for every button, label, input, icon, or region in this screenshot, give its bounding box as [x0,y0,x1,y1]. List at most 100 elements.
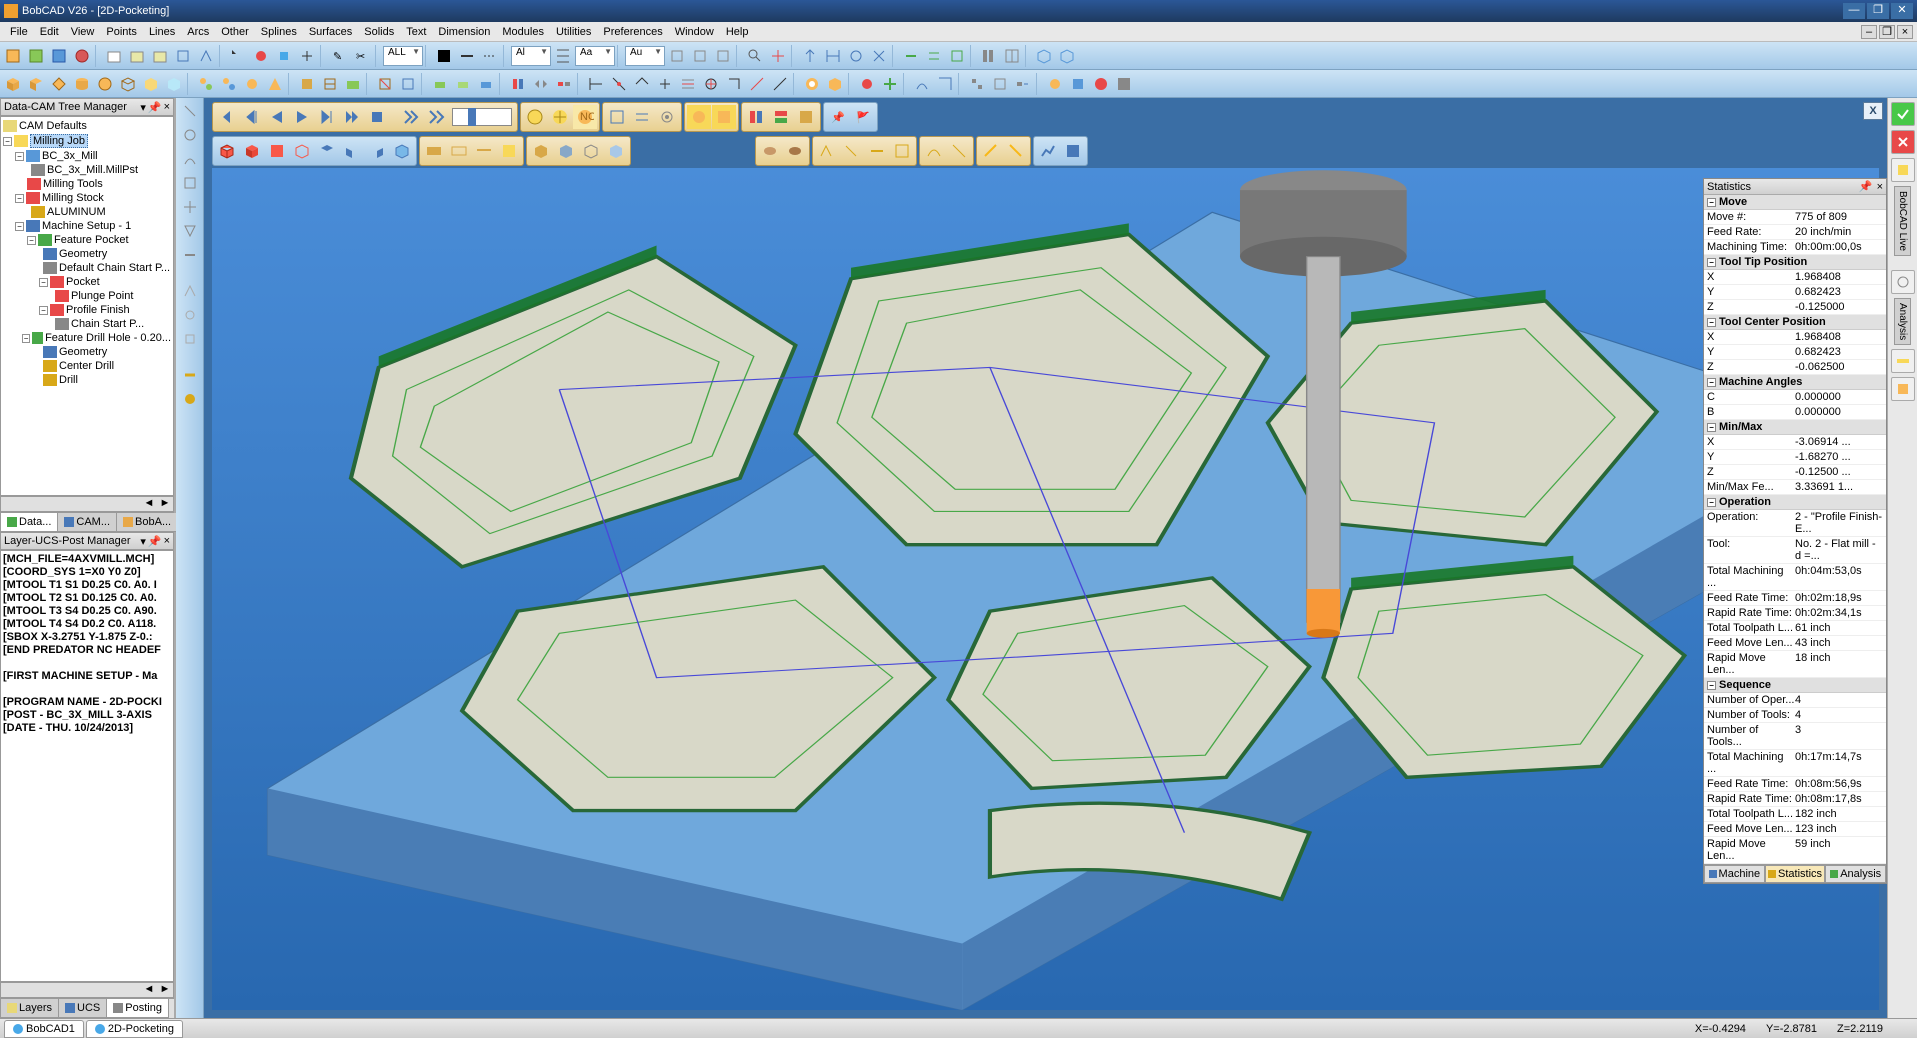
cube-btn[interactable] [315,139,339,163]
menu-arcs[interactable]: Arcs [181,24,215,40]
post-output[interactable]: [MCH_FILE=4AXVMILL.MCH][COORD_SYS 1=X0 Y… [0,550,174,982]
pin-icon[interactable]: 📌 [148,535,162,548]
tool-btn[interactable] [2,73,24,95]
tool-btn[interactable] [429,73,451,95]
menu-solids[interactable]: Solids [358,24,400,40]
view-btn[interactable] [687,105,711,129]
cad-canvas[interactable] [212,168,1879,1010]
sub-minimize-button[interactable]: – [1861,25,1877,39]
pth-btn[interactable] [865,139,889,163]
tool-btn[interactable] [553,73,575,95]
tool-btn[interactable] [218,73,240,95]
rail-btn[interactable] [1891,158,1915,182]
vtool-btn[interactable] [179,328,201,350]
tool-btn[interactable] [374,73,396,95]
pin-icon[interactable]: 📌 [148,101,162,114]
rewind-button[interactable] [215,105,239,129]
mode-btn[interactable] [523,105,547,129]
view-btn[interactable] [712,105,736,129]
tool-btn[interactable] [241,73,263,95]
tool-btn[interactable] [934,73,956,95]
panel-menu-icon[interactable]: ▾ [140,101,146,114]
opt-btn[interactable] [605,105,629,129]
pth2-btn[interactable] [947,139,971,163]
tool-btn[interactable] [48,45,70,67]
sim-slider[interactable] [452,108,512,126]
search-icon[interactable] [744,45,766,67]
rail-btn[interactable] [1891,377,1915,401]
menu-preferences[interactable]: Preferences [597,24,668,40]
analysis-tab[interactable]: Analysis [1894,298,1911,345]
menu-help[interactable]: Help [720,24,755,40]
tool-btn[interactable] [801,73,823,95]
minimize-button[interactable]: — [1843,3,1865,19]
mode-nc-button[interactable]: NC [573,105,597,129]
tool-btn[interactable] [666,45,688,67]
tool-btn[interactable] [397,73,419,95]
disp-btn[interactable] [497,139,521,163]
close-button[interactable]: ✕ [1891,3,1913,19]
tool-btn[interactable] [1044,73,1066,95]
tool-btn[interactable] [631,73,653,95]
tool-btn[interactable] [946,45,968,67]
tool-btn[interactable] [48,73,70,95]
tool-btn[interactable] [140,73,162,95]
tool-btn[interactable] [723,73,745,95]
status-tab-pocketing[interactable]: 2D-Pocketing [86,1020,183,1038]
tool-btn[interactable] [195,45,217,67]
cube-btn[interactable] [240,139,264,163]
tool-btn[interactable] [25,45,47,67]
menu-lines[interactable]: Lines [143,24,181,40]
panel-close-icon[interactable]: × [164,535,170,548]
mode-btn[interactable] [548,105,572,129]
menu-text[interactable]: Text [400,24,432,40]
meas-btn[interactable] [1004,139,1028,163]
tool-btn[interactable] [856,73,878,95]
cube-btn[interactable] [390,139,414,163]
tool-btn[interactable] [845,45,867,67]
vtool-btn[interactable] [179,220,201,242]
meas-btn[interactable] [979,139,1003,163]
disp-btn[interactable] [422,139,446,163]
tool-btn[interactable] [250,45,272,67]
viewport-close-button[interactable]: X [1863,102,1883,120]
menu-view[interactable]: View [65,24,101,40]
tool-btn[interactable] [507,73,529,95]
disp-btn[interactable] [447,139,471,163]
tool-btn[interactable]: ✂ [351,45,373,67]
tool-btn[interactable] [654,73,676,95]
menu-other[interactable]: Other [215,24,255,40]
vtool-btn[interactable] [179,280,201,302]
tool-btn[interactable] [746,73,768,95]
tool-btn[interactable] [103,45,125,67]
vtool-btn[interactable] [179,148,201,170]
panel-close-icon[interactable]: × [1877,181,1883,193]
tab-posting[interactable]: Posting [106,999,169,1018]
tool-btn[interactable] [767,45,789,67]
menu-surfaces[interactable]: Surfaces [303,24,358,40]
tool-btn[interactable] [475,73,497,95]
tool-btn[interactable] [71,73,93,95]
tool-btn[interactable] [126,45,148,67]
tool-btn[interactable] [1090,73,1112,95]
tool-btn[interactable] [824,73,846,95]
tool-btn[interactable] [172,45,194,67]
fast-fwd-button[interactable] [340,105,364,129]
render-btn[interactable] [769,105,793,129]
stock-btn[interactable] [579,139,603,163]
tool-btn[interactable] [585,73,607,95]
rail-btn[interactable] [1891,270,1915,294]
pin-icon[interactable]: 📌 [1859,180,1873,193]
panel-menu-icon[interactable]: ▾ [140,535,146,548]
tool-btn[interactable]: ✎ [328,45,350,67]
tool-btn[interactable] [923,45,945,67]
tool-btn[interactable] [769,73,791,95]
pth-btn[interactable] [890,139,914,163]
tool-btn[interactable] [296,45,318,67]
tool-btn[interactable] [433,45,455,67]
pth2-btn[interactable] [922,139,946,163]
tool-btn[interactable] [1067,73,1089,95]
tool-btn[interactable] [25,73,47,95]
render-btn[interactable] [794,105,818,129]
vtool-btn[interactable] [179,172,201,194]
